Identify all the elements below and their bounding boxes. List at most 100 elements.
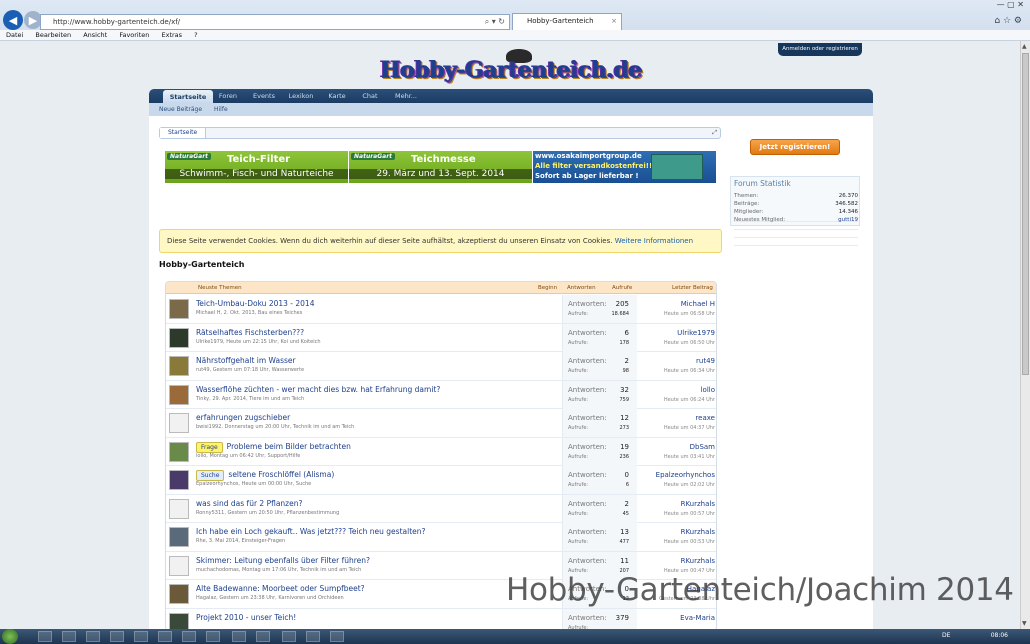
pin-icon[interactable]: ⤢ <box>712 128 717 138</box>
last-post-user[interactable]: rut49 <box>696 357 715 365</box>
topic-title[interactable]: Teich-Umbau-Doku 2013 - 2014 <box>196 299 314 308</box>
tab-startseite[interactable]: Startseite <box>163 90 213 103</box>
taskbar-icon[interactable] <box>232 631 246 642</box>
scroll-down-icon[interactable]: ▼ <box>1022 620 1027 627</box>
topic-title[interactable]: Alte Badewanne: Moorbeet oder Sumpfbeet? <box>196 584 365 593</box>
last-post-time[interactable]: Heute um 06:58 Uhr <box>664 311 715 317</box>
taskbar-icon[interactable] <box>110 631 124 642</box>
last-post-time[interactable]: Heute um 06:24 Uhr <box>664 397 715 403</box>
close-tab-icon[interactable]: × <box>611 14 617 29</box>
avatar[interactable] <box>169 327 189 348</box>
taskbar-icon[interactable] <box>62 631 76 642</box>
taskbar-icon[interactable] <box>330 631 344 642</box>
menu-bearbeiten[interactable]: Bearbeiten <box>35 31 71 39</box>
tab-foren[interactable]: Foren <box>213 89 243 103</box>
tab-karte[interactable]: Karte <box>321 89 353 103</box>
topic-title-link[interactable]: Projekt 2010 - unser Teich! <box>196 613 296 622</box>
topic-title[interactable]: Wasserflöhe züchten - wer macht dies bzw… <box>196 385 440 394</box>
avatar[interactable] <box>169 356 189 376</box>
menu-datei[interactable]: Datei <box>6 31 23 39</box>
scrollbar[interactable]: ▲ ▼ <box>1020 41 1030 629</box>
address-bar[interactable]: http://www.hobby-gartenteich.de/xf/ ⌕ ▾ … <box>40 14 510 30</box>
topic-title[interactable]: erfahrungen zugschieber <box>196 413 290 422</box>
topic-title-link[interactable]: Ich habe ein Loch gekauft.. Was jetzt???… <box>196 527 425 536</box>
ad-osaka[interactable]: www.osakaimportgroup.de Alle filter vers… <box>533 151 716 183</box>
avatar[interactable] <box>169 441 189 462</box>
topic-title-link[interactable]: Nährstoffgehalt im Wasser <box>196 356 296 365</box>
topic-prefix-badge[interactable]: Frage <box>196 441 223 453</box>
avatar[interactable] <box>169 527 189 547</box>
subnav-help[interactable]: Hilfe <box>214 106 228 113</box>
topic-title-link[interactable]: Alte Badewanne: Moorbeet oder Sumpfbeet? <box>196 584 365 593</box>
topic-title-link[interactable]: Teich-Umbau-Doku 2013 - 2014 <box>196 299 314 308</box>
taskbar-icon[interactable] <box>206 631 220 642</box>
taskbar-icon[interactable] <box>38 631 52 642</box>
topic-title[interactable]: Projekt 2010 - unser Teich! <box>196 613 296 622</box>
taskbar-icon[interactable] <box>86 631 100 642</box>
tab-mehr[interactable]: Mehr... <box>389 89 423 103</box>
site-logo[interactable]: Hobby-Gartenteich.de <box>378 49 643 89</box>
header-replies[interactable]: Antworten <box>567 282 596 294</box>
last-post-user[interactable]: Michael H <box>681 300 715 308</box>
taskbar-icon[interactable] <box>306 631 320 642</box>
cookie-more-link[interactable]: Weitere Informationen <box>615 237 693 245</box>
topic-title[interactable]: Rätselhaftes Fischsterben??? <box>196 328 304 337</box>
taskbar-icon[interactable] <box>282 631 296 642</box>
avatar[interactable] <box>169 470 189 490</box>
last-post-user[interactable]: Eva-Maria <box>680 614 715 622</box>
avatar[interactable] <box>169 299 189 319</box>
last-post-user[interactable]: RKurzhals <box>681 528 715 536</box>
browser-tab[interactable] <box>740 14 830 29</box>
breadcrumb-home[interactable]: Startseite <box>160 128 207 138</box>
topic-title[interactable]: Nährstoffgehalt im Wasser <box>196 356 296 365</box>
last-post-user[interactable]: Epalzeorhynchos <box>656 471 715 479</box>
topic-title-link[interactable]: erfahrungen zugschieber <box>196 413 290 422</box>
last-post-user[interactable]: reaxe <box>695 414 715 422</box>
avatar[interactable] <box>169 555 189 576</box>
avatar[interactable] <box>169 612 189 629</box>
browser-tab[interactable] <box>640 14 730 29</box>
topic-title[interactable]: was sind das für 2 Pflanzen? <box>196 499 302 508</box>
taskbar-icon[interactable] <box>182 631 196 642</box>
topic-title-link[interactable]: Frage Probleme beim Bilder betrachten <box>196 441 351 453</box>
start-button[interactable] <box>2 629 18 644</box>
tab-chat[interactable]: Chat <box>355 89 385 103</box>
window-controls[interactable]: — ▢ ✕ <box>997 0 1024 9</box>
login-register-button[interactable]: Anmelden oder registrieren <box>778 43 862 56</box>
last-post-time[interactable]: Heute um 02:02 Uhr <box>664 482 715 488</box>
topic-title-link[interactable]: Rätselhaftes Fischsterben??? <box>196 328 304 337</box>
header-start[interactable]: Beginn <box>538 282 557 294</box>
last-post-time[interactable]: Heute um 06:50 Uhr <box>664 340 715 346</box>
clock[interactable]: 08:06 <box>991 632 1008 639</box>
scroll-thumb[interactable] <box>1022 53 1029 375</box>
avatar[interactable] <box>169 413 189 433</box>
tab-events[interactable]: Events <box>247 89 281 103</box>
topic-title-link[interactable]: was sind das für 2 Pflanzen? <box>196 499 302 508</box>
tab-lexikon[interactable]: Lexikon <box>284 89 318 103</box>
last-post-time[interactable]: Heute um 03:41 Uhr <box>664 454 715 460</box>
register-button[interactable]: Jetzt registrieren! <box>750 139 840 155</box>
topic-title[interactable]: Probleme beim Bilder betrachten <box>227 442 351 451</box>
avatar[interactable] <box>169 584 189 604</box>
menu-favoriten[interactable]: Favoriten <box>119 31 149 39</box>
scroll-up-icon[interactable]: ▲ <box>1022 43 1027 50</box>
last-post-time[interactable]: Heute um 00:57 Uhr <box>664 511 715 517</box>
taskbar-icon[interactable] <box>158 631 172 642</box>
topic-title-link[interactable]: Suche seltene Froschlöffel (Alisma) <box>196 470 334 481</box>
ad-teichmesse[interactable]: NaturaGart Teichmesse 29. März und 13. S… <box>349 151 532 183</box>
topic-title[interactable]: Skimmer: Leitung ebenfalls über Filter f… <box>196 556 370 565</box>
home-star-gear-icons[interactable]: ⌂ ☆ ⚙ <box>994 16 1022 26</box>
taskbar-icon[interactable] <box>134 631 148 642</box>
back-button[interactable]: ◀ <box>3 10 23 30</box>
avatar[interactable] <box>169 498 189 519</box>
last-post-user[interactable]: RKurzhals <box>681 500 715 508</box>
menu-extras[interactable]: Extras <box>162 31 183 39</box>
topic-title-link[interactable]: Skimmer: Leitung ebenfalls über Filter f… <box>196 556 370 565</box>
last-post-user[interactable]: Ulrike1979 <box>677 329 715 337</box>
language-indicator[interactable]: DE <box>942 632 950 639</box>
header-views[interactable]: Aufrufe <box>612 282 632 294</box>
topic-title-link[interactable]: Wasserflöhe züchten - wer macht dies bzw… <box>196 385 440 394</box>
topic-prefix-badge[interactable]: Suche <box>196 470 225 481</box>
topic-title[interactable]: seltene Froschlöffel (Alisma) <box>228 470 334 479</box>
header-topics[interactable]: Neuste Themen <box>198 282 242 294</box>
